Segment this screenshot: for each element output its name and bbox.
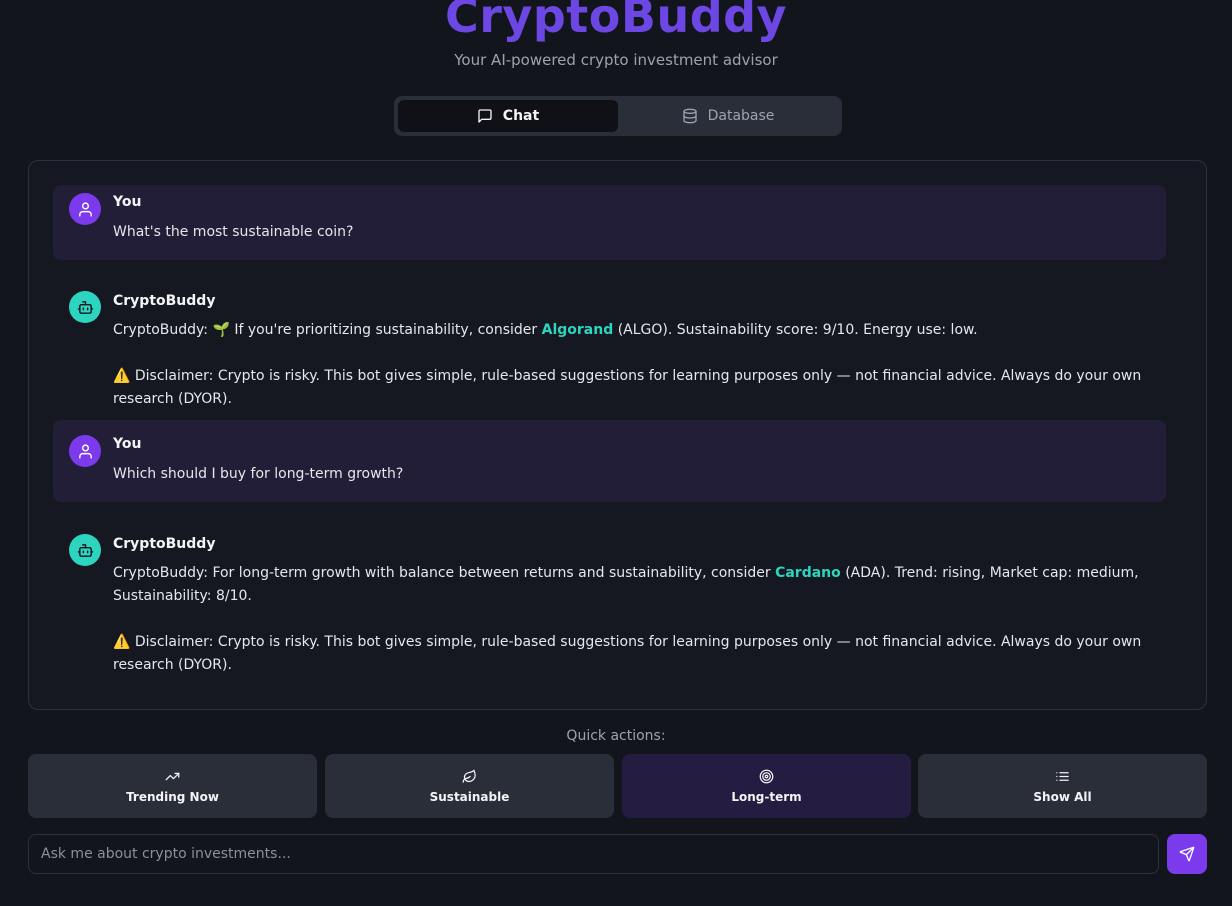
message-text: What's the most sustainable coin? — [113, 224, 354, 240]
quick-action-label: Show All — [1033, 789, 1092, 804]
quick-action-label: Sustainable — [429, 789, 510, 804]
quick-actions-label: Quick actions: — [566, 728, 666, 744]
coin-name: Cardano — [775, 565, 841, 581]
send-icon — [1179, 846, 1195, 862]
message-text-part: CryptoBuddy: 🌱 If you're prioritizing su… — [113, 322, 542, 338]
message-sender: You — [113, 436, 142, 452]
message-text-part: CryptoBuddy: For long-term growth with b… — [113, 565, 776, 581]
bot-avatar — [69, 291, 101, 323]
quick-action-sustainable-button[interactable]: Sustainable — [325, 754, 614, 818]
quick-action-trending-button[interactable]: Trending Now — [28, 754, 317, 818]
leaf-icon — [462, 769, 476, 783]
trending-up-icon — [165, 772, 180, 780]
chat-input[interactable] — [28, 834, 1159, 874]
user-icon — [78, 443, 92, 459]
disclaimer-text: ⚠️ Disclaimer: Crypto is risky. This bot… — [113, 368, 1142, 407]
chat-icon — [478, 109, 492, 123]
app-subtitle: Your AI-powered crypto investment adviso… — [454, 51, 778, 69]
bot-message: CryptoBuddy CryptoBuddy: 🌱 If you're pri… — [53, 284, 1166, 407]
user-message: You Which should I buy for long-term gro… — [53, 420, 1166, 502]
tab-chat-label: Chat — [502, 108, 540, 124]
message-text: Which should I buy for long-term growth? — [113, 466, 404, 482]
disclaimer-text: ⚠️ Disclaimer: Crypto is risky. This bot… — [113, 634, 1142, 673]
tab-database-label: Database — [707, 108, 775, 124]
message-text: CryptoBuddy: 🌱 If you're prioritizing su… — [113, 319, 1153, 342]
message-sender: You — [113, 194, 142, 210]
tab-database[interactable]: Database — [618, 100, 838, 132]
user-avatar — [69, 435, 101, 467]
send-button[interactable] — [1167, 834, 1207, 874]
message-sender: CryptoBuddy — [113, 536, 216, 552]
bot-message: CryptoBuddy CryptoBuddy: For long-term g… — [53, 527, 1166, 673]
message-text: CryptoBuddy: For long-term growth with b… — [113, 562, 1153, 608]
user-icon — [78, 201, 92, 217]
quick-action-long-term-button[interactable]: Long-term — [622, 754, 911, 818]
bot-icon — [77, 300, 93, 314]
target-icon — [759, 769, 774, 783]
quick-action-show-all-button[interactable]: Show All — [918, 754, 1207, 818]
list-icon — [1056, 771, 1069, 781]
coin-name: Algorand — [541, 322, 614, 338]
user-message: You What's the most sustainable coin? — [53, 185, 1166, 260]
message-text-part: (ALGO). Sustainability score: 9/10. Ener… — [613, 322, 978, 338]
message-sender: CryptoBuddy — [113, 293, 216, 309]
quick-action-label: Long-term — [731, 789, 802, 804]
chat-panel[interactable]: You What's the most sustainable coin? Cr… — [28, 160, 1207, 710]
user-avatar — [69, 193, 101, 225]
bot-avatar — [69, 534, 101, 566]
tab-bar: Chat Database — [394, 96, 842, 136]
app-title: CryptoBuddy — [444, 0, 788, 43]
tab-chat[interactable]: Chat — [398, 100, 618, 132]
database-icon — [682, 108, 697, 124]
quick-action-label: Trending Now — [126, 789, 219, 804]
bot-icon — [77, 543, 93, 557]
